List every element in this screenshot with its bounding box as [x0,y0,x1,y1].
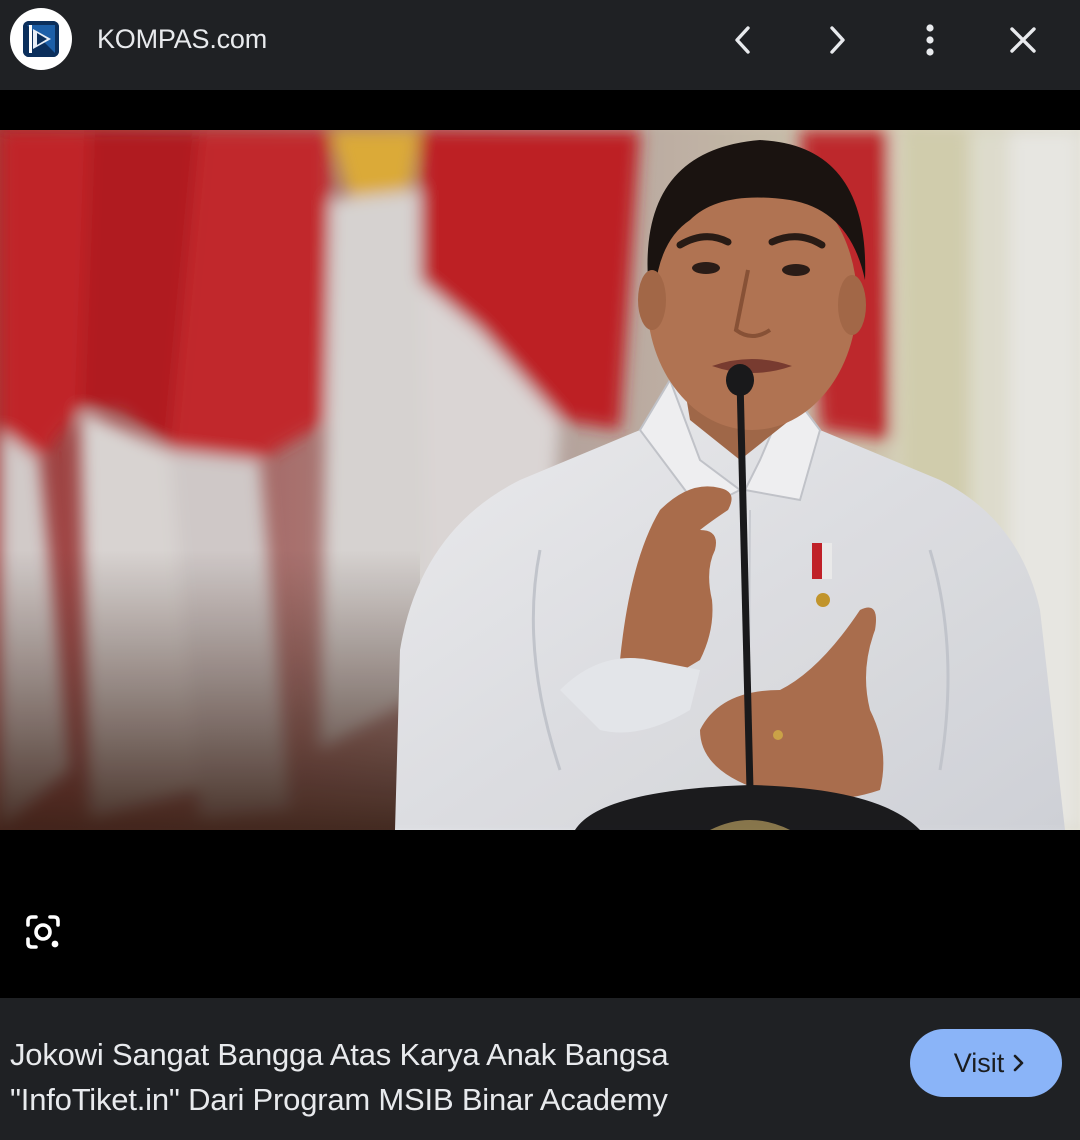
image-viewer [0,90,1080,998]
more-vert-icon [926,24,934,56]
top-bar: KOMPAS.com [0,0,1080,90]
chevron-right-icon [1012,1054,1024,1072]
close-button[interactable] [998,15,1048,65]
headline-line-1: Jokowi Sangat Bangga Atas Karya Anak Ban… [10,1037,669,1072]
forward-button[interactable] [812,15,862,65]
news-photo[interactable] [0,130,1080,830]
article-card: Jokowi Sangat Bangga Atas Karya Anak Ban… [0,998,1080,1140]
chevron-right-icon [830,26,845,54]
lens-search-icon [26,915,60,949]
kompas-logo-icon[interactable] [10,8,72,70]
lens-search-button[interactable] [18,907,68,957]
back-button[interactable] [718,15,768,65]
visit-button[interactable]: Visit [910,1029,1062,1097]
article-headline[interactable]: Jokowi Sangat Bangga Atas Karya Anak Ban… [10,1032,870,1122]
more-options-button[interactable] [905,15,955,65]
site-name[interactable]: KOMPAS.com [97,22,267,56]
close-icon [1010,27,1036,53]
visit-label: Visit [953,1047,1005,1078]
chevron-left-icon [735,26,750,54]
headline-line-2: "InfoTiket.in" Dari Program MSIB Binar A… [10,1082,668,1117]
